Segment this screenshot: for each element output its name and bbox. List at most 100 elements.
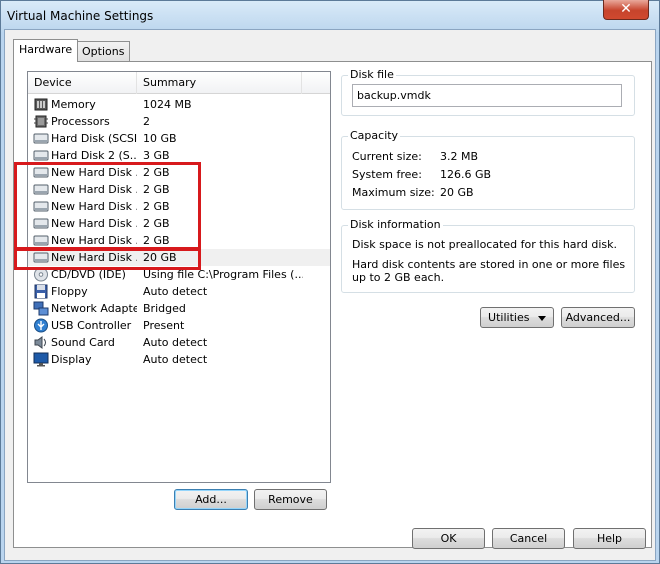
title-bar[interactable]: Virtual Machine Settings ✕ — [1, 0, 659, 32]
dialog-client: Hardware Options Device Summary Memory 1… — [4, 29, 656, 561]
device-row-new-hard-disk-4[interactable]: New Hard Disk ... 2 GB — [28, 215, 330, 232]
network-adapter-icon — [33, 301, 49, 316]
device-name: CD/DVD (IDE) — [51, 268, 126, 281]
hard-disk-icon — [33, 218, 49, 229]
device-summary: 3 GB — [143, 149, 170, 162]
disk-information-title: Disk information — [348, 218, 443, 231]
device-row-cd-dvd[interactable]: CD/DVD (IDE) Using file C:\Program Files… — [28, 266, 330, 283]
device-name: Hard Disk 2 (S... — [51, 149, 137, 162]
device-summary: 2 GB — [143, 234, 170, 247]
device-row-memory[interactable]: Memory 1024 MB — [28, 96, 330, 113]
device-summary: 2 GB — [143, 183, 170, 196]
device-summary: Bridged — [143, 302, 186, 315]
device-row-processors[interactable]: Processors 2 — [28, 113, 330, 130]
device-summary: 20 GB — [143, 251, 177, 264]
vm-settings-window: Virtual Machine Settings ✕ Hardware Opti… — [0, 0, 660, 564]
add-button-label: Add... — [195, 493, 227, 506]
device-row-hard-disk-2[interactable]: Hard Disk 2 (S... 3 GB — [28, 147, 330, 164]
remove-button[interactable]: Remove — [254, 489, 327, 510]
ok-button[interactable]: OK — [412, 528, 485, 549]
dropdown-arrow-icon — [537, 315, 546, 321]
hardware-panel: Device Summary Memory 1024 MB Processors… — [13, 61, 652, 548]
advanced-button-label: Advanced... — [565, 311, 631, 324]
device-name: Hard Disk (SCSI) — [51, 132, 137, 145]
floppy-icon — [34, 284, 48, 299]
device-row-floppy[interactable]: Floppy Auto detect — [28, 283, 330, 300]
hard-disk-icon — [33, 184, 49, 195]
close-button[interactable]: ✕ — [603, 0, 649, 20]
device-summary: Auto detect — [143, 353, 208, 366]
device-row-new-hard-disk-selected[interactable]: New Hard Disk ... 20 GB — [28, 249, 330, 266]
device-row-sound-card[interactable]: Sound Card Auto detect — [28, 334, 330, 351]
device-row-hard-disk-scsi[interactable]: Hard Disk (SCSI) 10 GB — [28, 130, 330, 147]
device-summary: 2 — [143, 115, 150, 128]
device-list[interactable]: Device Summary Memory 1024 MB Processors… — [27, 71, 331, 483]
device-row-new-hard-disk-3[interactable]: New Hard Disk ... 2 GB — [28, 198, 330, 215]
device-name: Memory — [51, 98, 96, 111]
device-row-new-hard-disk-1[interactable]: New Hard Disk ... 2 GB — [28, 164, 330, 181]
device-summary: Present — [143, 319, 185, 332]
device-row-display[interactable]: Display Auto detect — [28, 351, 330, 368]
current-size-label: Current size: — [352, 150, 422, 163]
hard-disk-icon — [33, 150, 49, 161]
column-header-summary[interactable]: Summary — [138, 72, 302, 94]
device-summary: 1024 MB — [143, 98, 192, 111]
device-summary: Using file C:\Program Files (... — [143, 268, 303, 281]
column-header-device-label: Device — [34, 76, 72, 89]
device-summary: 2 GB — [143, 200, 170, 213]
disk-file-title: Disk file — [348, 68, 396, 81]
device-name: Processors — [51, 115, 110, 128]
tab-hardware-label: Hardware — [19, 43, 73, 56]
disk-file-input[interactable]: backup.vmdk — [352, 84, 622, 107]
device-name: New Hard Disk ... — [51, 251, 137, 264]
memory-icon — [34, 98, 48, 111]
current-size-value: 3.2 MB — [440, 150, 479, 163]
device-summary: Auto detect — [143, 285, 208, 298]
hard-disk-icon — [33, 167, 49, 178]
device-summary: Auto detect — [143, 336, 208, 349]
usb-icon — [34, 318, 48, 333]
advanced-button[interactable]: Advanced... — [561, 307, 635, 328]
device-summary: 2 GB — [143, 217, 170, 230]
device-name: Display — [51, 353, 92, 366]
device-name: New Hard Disk ... — [51, 200, 137, 213]
remove-button-label: Remove — [268, 493, 313, 506]
window-title: Virtual Machine Settings — [7, 9, 154, 23]
device-name: New Hard Disk ... — [51, 217, 137, 230]
hard-disk-icon — [33, 133, 49, 144]
processor-icon — [34, 115, 48, 128]
device-row-new-hard-disk-5[interactable]: New Hard Disk ... 2 GB — [28, 232, 330, 249]
device-row-new-hard-disk-2[interactable]: New Hard Disk ... 2 GB — [28, 181, 330, 198]
device-name: Floppy — [51, 285, 88, 298]
utilities-dropdown-button[interactable]: Utilities — [480, 307, 554, 328]
add-button[interactable]: Add... — [174, 489, 248, 510]
tab-options-label: Options — [82, 45, 125, 58]
device-name: New Hard Disk ... — [51, 183, 137, 196]
maximum-size-value: 20 GB — [440, 186, 474, 199]
disk-info-line-1: Disk space is not preallocated for this … — [352, 238, 617, 251]
device-name: USB Controller — [51, 319, 132, 332]
device-summary: 10 GB — [143, 132, 177, 145]
cancel-button[interactable]: Cancel — [492, 528, 565, 549]
device-row-network-adapter[interactable]: Network Adapter Bridged — [28, 300, 330, 317]
system-free-value: 126.6 GB — [440, 168, 492, 181]
device-row-usb-controller[interactable]: USB Controller Present — [28, 317, 330, 334]
tab-hardware[interactable]: Hardware — [13, 39, 79, 62]
tab-options[interactable]: Options — [76, 41, 131, 62]
help-button[interactable]: Help — [573, 528, 646, 549]
display-icon — [33, 352, 49, 367]
disk-file-value: backup.vmdk — [357, 89, 431, 102]
device-summary: 2 GB — [143, 166, 170, 179]
capacity-title: Capacity — [348, 129, 401, 142]
device-name: Sound Card — [51, 336, 115, 349]
utilities-button-label: Utilities — [488, 311, 530, 324]
hard-disk-icon — [33, 235, 49, 246]
cancel-button-label: Cancel — [509, 532, 548, 545]
device-name: New Hard Disk ... — [51, 166, 137, 179]
help-button-label: Help — [596, 532, 623, 545]
device-name: New Hard Disk ... — [51, 234, 137, 247]
column-header-device[interactable]: Device — [28, 72, 137, 94]
ok-button-label: OK — [440, 532, 457, 545]
disk-file-group: Disk file backup.vmdk — [341, 68, 635, 116]
close-icon: ✕ — [620, 1, 632, 17]
